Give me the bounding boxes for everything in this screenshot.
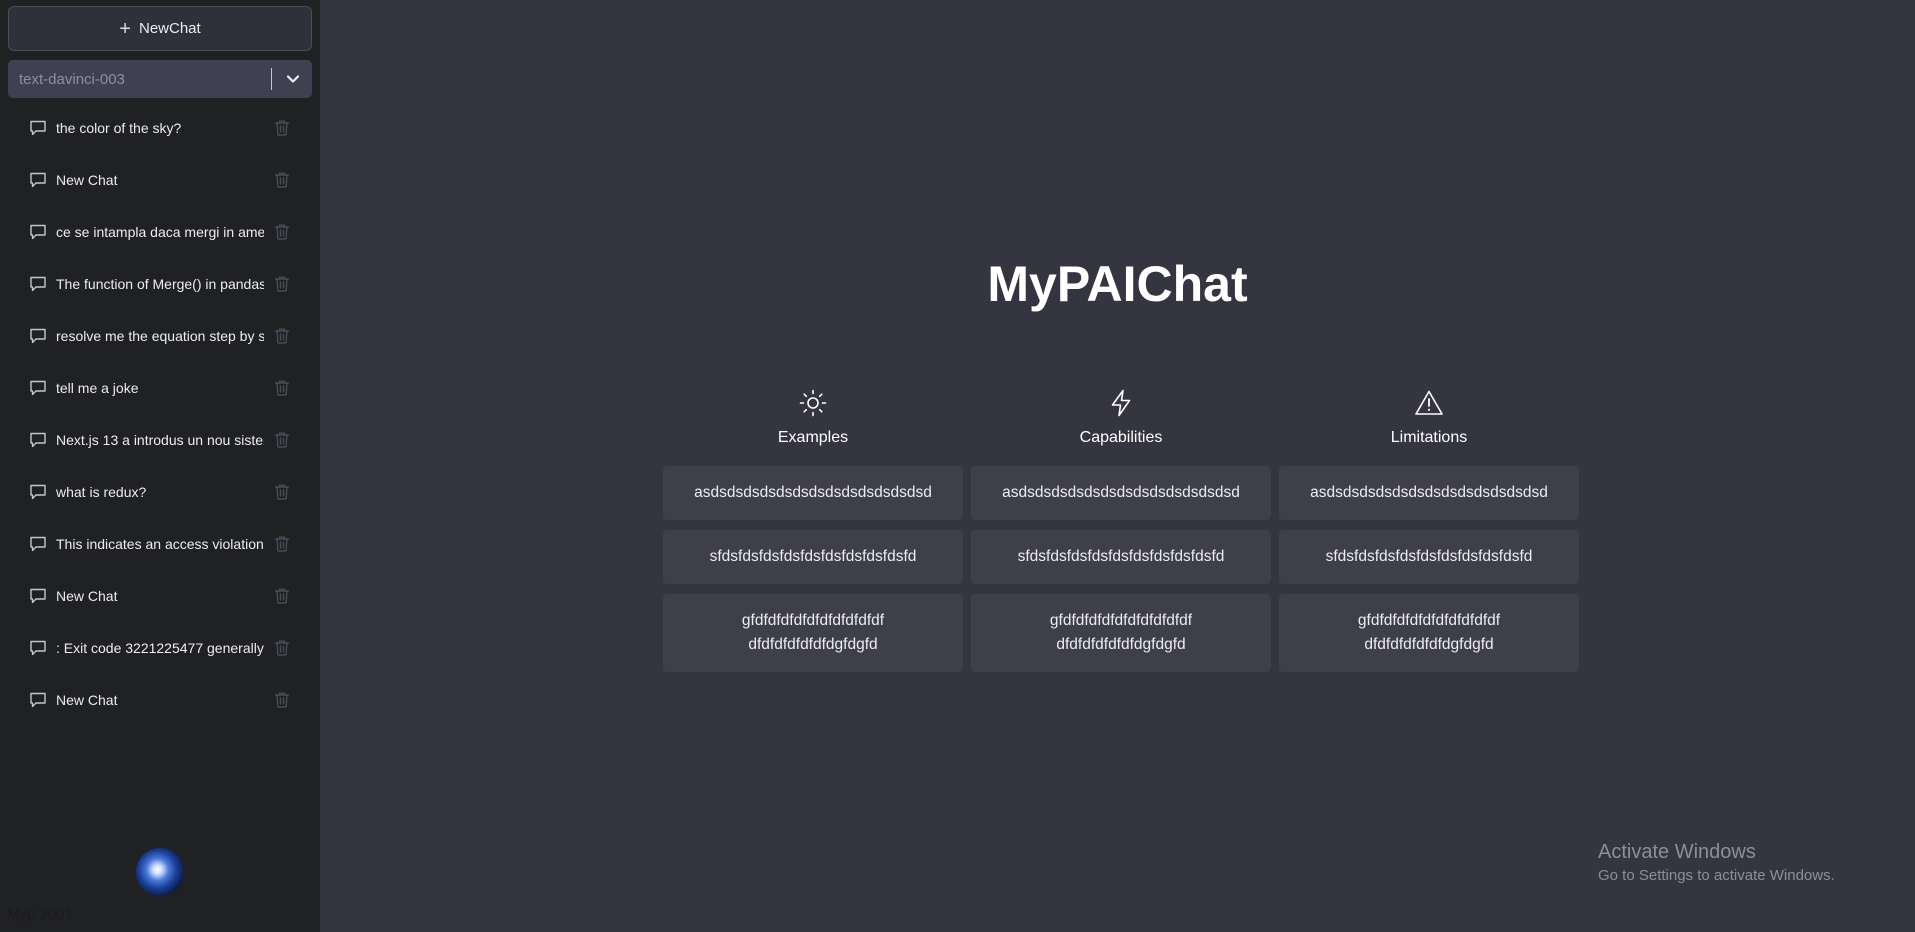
card-text: sfdsfdsfdsfdsfdsfdsfdsfdsfdsfd xyxy=(1325,548,1533,565)
example-card[interactable]: sfdsfdsfdsfdsfdsfdsfdsfdsfdsfd xyxy=(971,530,1271,584)
chat-title: The function of Merge() in pandas xyxy=(56,276,264,292)
chat-history-item[interactable]: ce se intampla daca mergi in america xyxy=(0,206,320,258)
sidebar: + NewChat text-davinci-003 the color of … xyxy=(0,0,320,932)
chat-history-item[interactable]: tell me a joke xyxy=(0,362,320,414)
card-text: asdsdsdsdsdsdsdsdsdsdsdsdsdsd xyxy=(1002,484,1240,501)
chat-bubble-icon xyxy=(28,690,48,710)
chat-title: ce se intampla daca mergi in america xyxy=(56,224,264,240)
avatar[interactable] xyxy=(136,848,184,896)
chat-title: what is redux? xyxy=(56,484,147,500)
column-limitations: Limitations asdsdsdsdsdsdsdsdsdsdsdsdsdsd… xyxy=(1279,388,1579,682)
plus-icon: + xyxy=(119,17,131,40)
card-text-line: gfdfdfdfdfdfdfdfdfdfdf xyxy=(1357,612,1501,629)
chat-bubble-icon xyxy=(28,586,48,606)
chat-history-item[interactable]: what is redux? xyxy=(0,466,320,518)
chat-history-item[interactable]: Next.js 13 a introdus un nou sistem xyxy=(0,414,320,466)
sun-icon xyxy=(798,388,828,423)
chat-history-item[interactable]: : Exit code 3221225477 generally indicat… xyxy=(0,622,320,674)
trash-icon[interactable] xyxy=(272,482,292,502)
column-examples: Examples asdsdsdsdsdsdsdsdsdsdsdsdsdsd sfd… xyxy=(663,388,963,682)
column-label: Limitations xyxy=(1390,429,1468,446)
example-card[interactable]: gfdfdfdfdfdfdfdfdfdfdf dfdfdfdfdfdfdgfdgf… xyxy=(971,594,1271,672)
page-title: MyPAIChat xyxy=(987,256,1248,312)
card-text-line: dfdfdfdfdfdfdgfdgfd xyxy=(748,636,878,653)
chat-bubble-icon xyxy=(28,170,48,190)
chat-history-item[interactable]: The function of Merge() in pandas xyxy=(0,258,320,310)
chat-bubble-icon xyxy=(28,430,48,450)
user-name: Myp 2001 xyxy=(7,906,73,923)
trash-icon[interactable] xyxy=(272,638,292,658)
column-header: Examples xyxy=(663,388,963,466)
chat-title: resolve me the equation step by step xyxy=(56,328,264,344)
chat-bubble-icon xyxy=(28,118,48,138)
trash-icon[interactable] xyxy=(272,274,292,294)
chat-history-item[interactable]: This indicates an access violation error xyxy=(0,518,320,570)
chat-title: : Exit code 3221225477 generally indicat… xyxy=(56,640,264,656)
model-select-value: text-davinci-003 xyxy=(19,70,125,88)
card-text-line: gfdfdfdfdfdfdfdfdfdfdf xyxy=(741,612,885,629)
new-chat-label: NewChat xyxy=(138,20,201,37)
column-header: Limitations xyxy=(1279,388,1579,466)
chat-title: tell me a joke xyxy=(56,380,139,396)
example-card[interactable]: asdsdsdsdsdsdsdsdsdsdsdsdsdsd xyxy=(663,466,963,520)
trash-icon[interactable] xyxy=(272,378,292,398)
trash-icon[interactable] xyxy=(272,118,292,138)
chat-bubble-icon xyxy=(28,534,48,554)
chat-title: New Chat xyxy=(56,692,118,708)
chat-bubble-icon xyxy=(28,378,48,398)
chat-title: New Chat xyxy=(56,588,118,604)
chat-title: This indicates an access violation error xyxy=(56,536,264,552)
chat-title: the color of the sky? xyxy=(56,120,182,136)
card-text-line: dfdfdfdfdfdfdgfdgfd xyxy=(1056,636,1186,653)
trash-icon[interactable] xyxy=(272,534,292,554)
watermark-title: Activate Windows xyxy=(1598,841,1756,863)
trash-icon[interactable] xyxy=(272,690,292,710)
column-label: Capabilities xyxy=(1079,429,1163,446)
chat-history-item[interactable]: New Chat xyxy=(0,570,320,622)
chat-history-item[interactable]: New Chat xyxy=(0,674,320,726)
select-divider xyxy=(271,68,272,90)
trash-icon[interactable] xyxy=(272,430,292,450)
example-card[interactable]: sfdsfdsfdsfdsfdsfdsfdsfdsfdsfd xyxy=(663,530,963,584)
windows-activation-watermark: Activate Windows Go to Settings to activ… xyxy=(1598,841,1835,884)
example-card[interactable]: gfdfdfdfdfdfdfdfdfdfdf dfdfdfdfdfdfdgfdgf… xyxy=(663,594,963,672)
example-card[interactable]: asdsdsdsdsdsdsdsdsdsdsdsdsdsd xyxy=(1279,466,1579,520)
card-text: asdsdsdsdsdsdsdsdsdsdsdsdsdsd xyxy=(1310,484,1548,501)
chat-title: Next.js 13 a introdus un nou sistem xyxy=(56,432,264,448)
chat-bubble-icon xyxy=(28,482,48,502)
chevron-down-icon[interactable] xyxy=(282,68,304,90)
chat-history-list: the color of the sky? New Chat ce se intam… xyxy=(0,102,320,726)
trash-icon[interactable] xyxy=(272,222,292,242)
chat-history-item[interactable]: resolve me the equation step by step xyxy=(0,310,320,362)
column-label: Examples xyxy=(777,429,849,446)
main-panel: MyPAIChat Examples asdsdsdsdsdsdsdsdsdsds… xyxy=(320,0,1915,932)
chat-bubble-icon xyxy=(28,274,48,294)
chat-bubble-icon xyxy=(28,638,48,658)
chat-bubble-icon xyxy=(28,326,48,346)
trash-icon[interactable] xyxy=(272,586,292,606)
chat-history-item[interactable]: New Chat xyxy=(0,154,320,206)
card-text: asdsdsdsdsdsdsdsdsdsdsdsdsdsd xyxy=(694,484,932,501)
column-header: Capabilities xyxy=(971,388,1271,466)
lightning-icon xyxy=(1106,388,1136,423)
example-card[interactable]: gfdfdfdfdfdfdfdfdfdfdf dfdfdfdfdfdfdgfdgf… xyxy=(1279,594,1579,672)
watermark-subtitle: Go to Settings to activate Windows. xyxy=(1598,867,1835,884)
chat-bubble-icon xyxy=(28,222,48,242)
card-text: sfdsfdsfdsfdsfdsfdsfdsfdsfdsfd xyxy=(1017,548,1225,565)
example-card[interactable]: asdsdsdsdsdsdsdsdsdsdsdsdsdsd xyxy=(971,466,1271,520)
card-text-line: gfdfdfdfdfdfdfdfdfdfdf xyxy=(1049,612,1193,629)
model-select[interactable]: text-davinci-003 xyxy=(8,60,312,98)
trash-icon[interactable] xyxy=(272,170,292,190)
trash-icon[interactable] xyxy=(272,326,292,346)
column-capabilities: Capabilities asdsdsdsdsdsdsdsdsdsdsdsdsds… xyxy=(971,388,1271,682)
chat-history-item[interactable]: the color of the sky? xyxy=(0,102,320,154)
new-chat-button[interactable]: + NewChat xyxy=(8,6,312,51)
warning-icon xyxy=(1414,388,1444,423)
example-card[interactable]: sfdsfdsfdsfdsfdsfdsfdsfdsfdsfd xyxy=(1279,530,1579,584)
chat-title: New Chat xyxy=(56,172,118,188)
card-text-line: dfdfdfdfdfdfdgfdgfd xyxy=(1364,636,1494,653)
card-text: sfdsfdsfdsfdsfdsfdsfdsfdsfdsfd xyxy=(709,548,917,565)
